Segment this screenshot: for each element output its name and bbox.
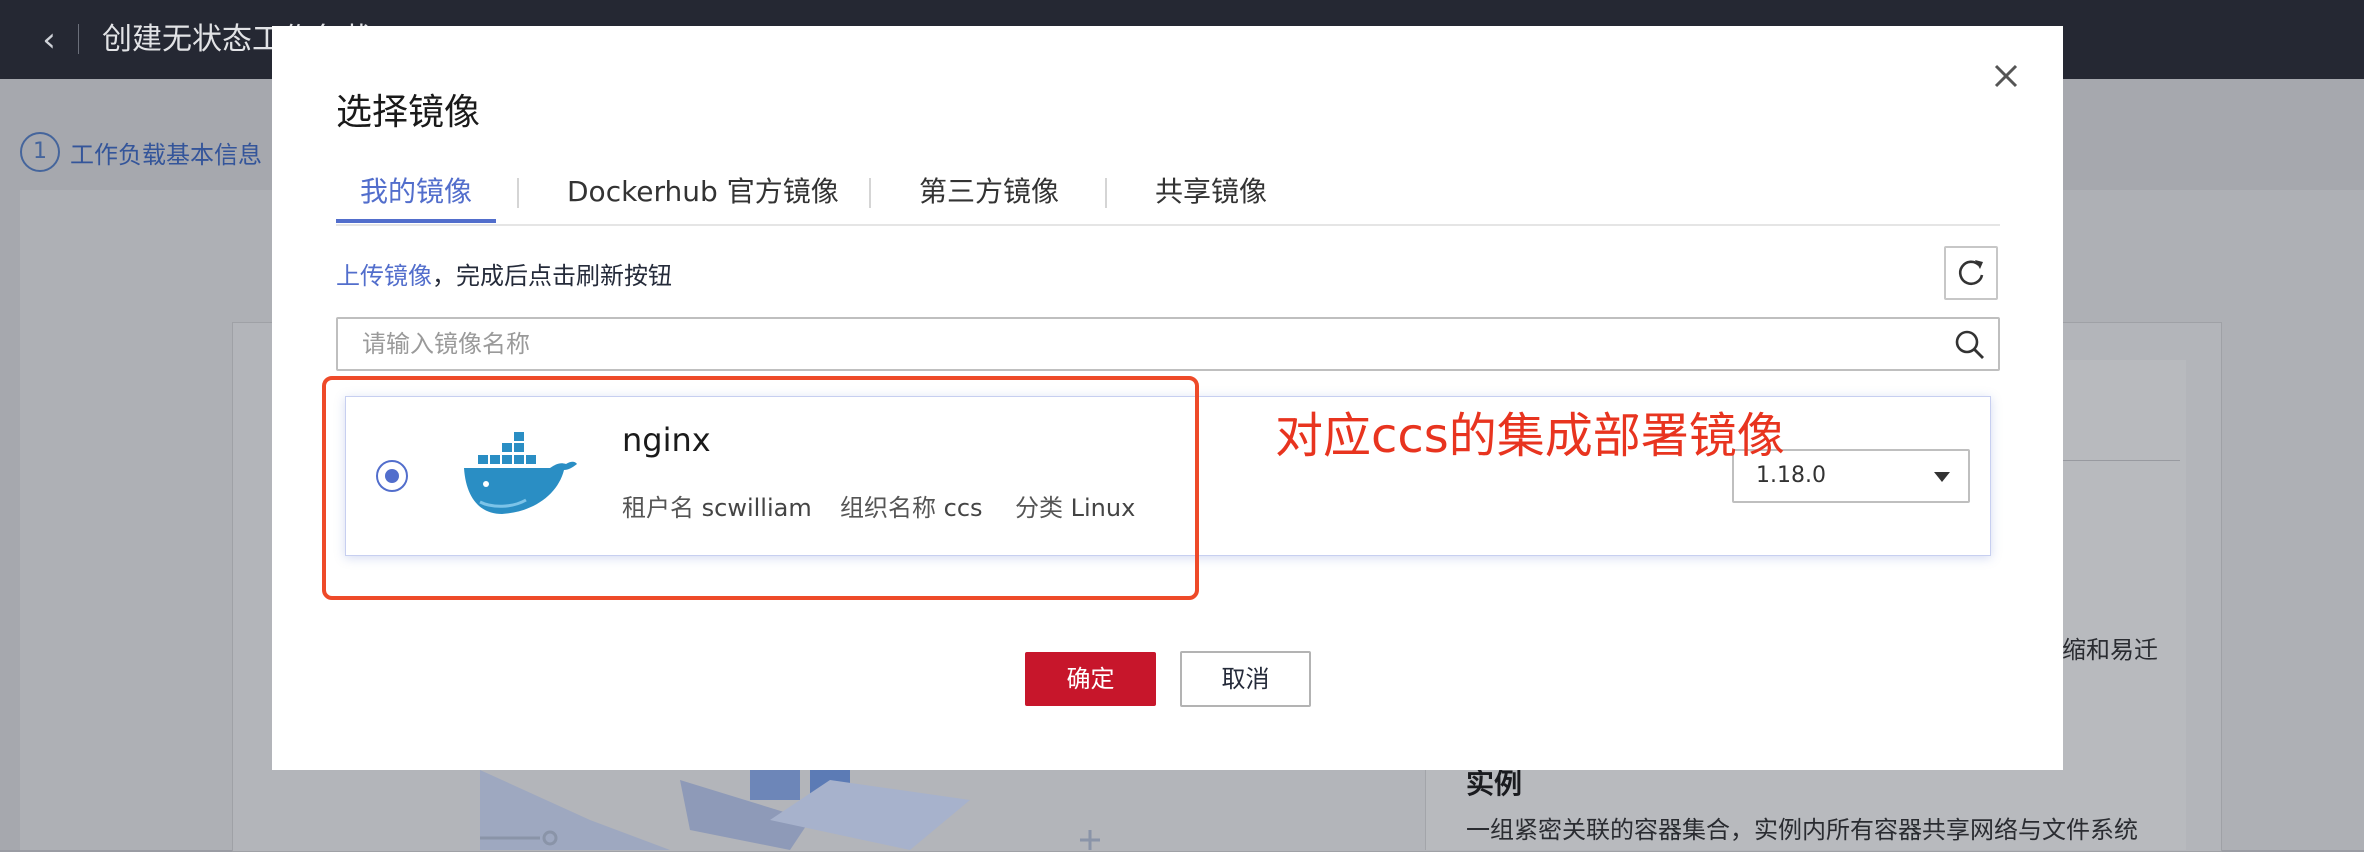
section-description: 一组紧密关联的容器集合，实例内所有容器共享网络与文件系统 xyxy=(1466,816,2138,844)
tab-dockerhub[interactable]: Dockerhub 官方镜像 xyxy=(567,168,839,224)
header-divider xyxy=(78,24,79,54)
dialog-title: 选择镜像 xyxy=(336,92,481,133)
tab-my-images[interactable]: 我的镜像 xyxy=(360,168,472,224)
image-source-tabs: 我的镜像 Dockerhub 官方镜像 第三方镜像 共享镜像 xyxy=(336,168,2000,226)
upload-hint-row: 上传镜像，完成后点击刷新按钮 xyxy=(336,258,672,294)
annotation-highlight-box xyxy=(322,376,1199,600)
illustration-graphic xyxy=(480,760,1100,850)
tab-separator xyxy=(869,178,871,208)
caret-down-icon xyxy=(1934,472,1950,482)
tab-third-party[interactable]: 第三方镜像 xyxy=(919,168,1059,224)
active-tab-indicator xyxy=(336,219,496,223)
search-icon[interactable] xyxy=(1954,329,1986,361)
search-input[interactable] xyxy=(362,319,1922,369)
step-number: 1 xyxy=(20,132,60,172)
refresh-button[interactable] xyxy=(1944,246,1998,300)
info-text: 缩和易迁 xyxy=(2062,636,2158,664)
step-label: 工作负载基本信息 xyxy=(70,140,262,169)
confirm-button[interactable]: 确定 xyxy=(1025,652,1156,706)
tab-shared[interactable]: 共享镜像 xyxy=(1155,168,1267,224)
upload-image-link[interactable]: 上传镜像 xyxy=(336,262,432,290)
tab-separator xyxy=(517,178,519,208)
cancel-button[interactable]: 取消 xyxy=(1180,651,1311,707)
close-icon[interactable] xyxy=(1985,55,2027,97)
step-indicator[interactable]: 1 工作负载基本信息 xyxy=(20,130,262,174)
refresh-icon xyxy=(1958,260,1984,286)
back-arrow-icon[interactable]: ‹ xyxy=(32,20,66,60)
annotation-text: 对应ccs的集成部署镜像 xyxy=(1275,408,1785,464)
tab-separator xyxy=(1105,178,1107,208)
image-search-box xyxy=(336,317,2000,371)
upload-hint: ，完成后点击刷新按钮 xyxy=(432,262,672,290)
